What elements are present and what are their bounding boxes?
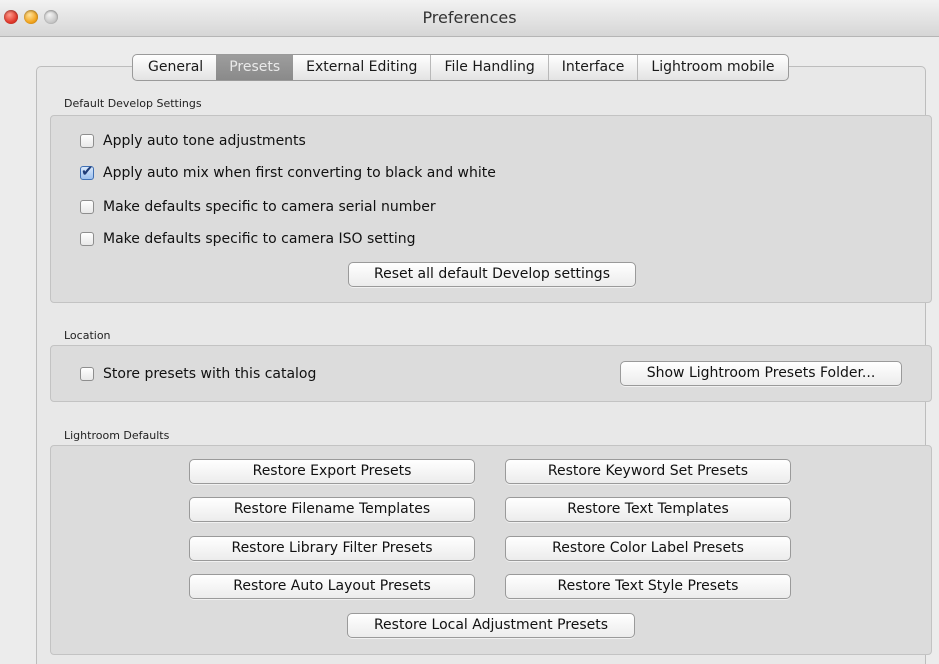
restore-export-presets-button[interactable]: Restore Export Presets	[189, 459, 475, 484]
restore-local-adjustment-presets-button[interactable]: Restore Local Adjustment Presets	[347, 613, 635, 638]
tab-general[interactable]: General	[133, 55, 216, 80]
auto-mix-label: Apply auto mix when first converting to …	[103, 165, 496, 181]
window-titlebar: Preferences	[0, 0, 939, 37]
restore-library-filter-presets-button[interactable]: Restore Library Filter Presets	[189, 536, 475, 561]
camera-serial-label: Make defaults specific to camera serial …	[103, 199, 436, 215]
restore-keyword-set-presets-button[interactable]: Restore Keyword Set Presets	[505, 459, 791, 484]
camera-iso-option[interactable]: Make defaults specific to camera ISO set…	[80, 229, 416, 249]
restore-auto-layout-presets-button[interactable]: Restore Auto Layout Presets	[189, 574, 475, 599]
auto-tone-option[interactable]: Apply auto tone adjustments	[80, 131, 306, 151]
auto-tone-label: Apply auto tone adjustments	[103, 133, 306, 149]
camera-iso-label: Make defaults specific to camera ISO set…	[103, 231, 416, 247]
checkmark-icon: ✔	[81, 162, 94, 180]
auto-mix-option[interactable]: ✔ Apply auto mix when first converting t…	[80, 162, 496, 183]
preferences-tabs: General Presets External Editing File Ha…	[132, 54, 789, 81]
develop-section-label: Default Develop Settings	[64, 97, 202, 110]
store-presets-option[interactable]: Store presets with this catalog	[80, 364, 316, 384]
restore-filename-templates-button[interactable]: Restore Filename Templates	[189, 497, 475, 522]
store-presets-label: Store presets with this catalog	[103, 366, 317, 382]
tab-presets[interactable]: Presets	[216, 55, 294, 80]
store-presets-checkbox[interactable]	[80, 367, 94, 381]
tab-external-editing[interactable]: External Editing	[293, 55, 430, 80]
auto-mix-checkbox[interactable]: ✔	[80, 162, 94, 180]
camera-serial-option[interactable]: Make defaults specific to camera serial …	[80, 197, 436, 217]
location-section-label: Location	[64, 329, 111, 342]
restore-text-templates-button[interactable]: Restore Text Templates	[505, 497, 791, 522]
camera-serial-checkbox[interactable]	[80, 200, 94, 214]
reset-develop-settings-button[interactable]: Reset all default Develop settings	[348, 262, 636, 287]
tab-interface[interactable]: Interface	[547, 55, 638, 80]
auto-tone-checkbox[interactable]	[80, 134, 94, 148]
defaults-section-label: Lightroom Defaults	[64, 429, 170, 442]
restore-color-label-presets-button[interactable]: Restore Color Label Presets	[505, 536, 791, 561]
restore-text-style-presets-button[interactable]: Restore Text Style Presets	[505, 574, 791, 599]
tab-file-handling[interactable]: File Handling	[430, 55, 547, 80]
camera-iso-checkbox[interactable]	[80, 232, 94, 246]
show-presets-folder-button[interactable]: Show Lightroom Presets Folder...	[620, 361, 902, 386]
tab-lightroom-mobile[interactable]: Lightroom mobile	[637, 55, 787, 80]
window-title: Preferences	[422, 8, 517, 27]
